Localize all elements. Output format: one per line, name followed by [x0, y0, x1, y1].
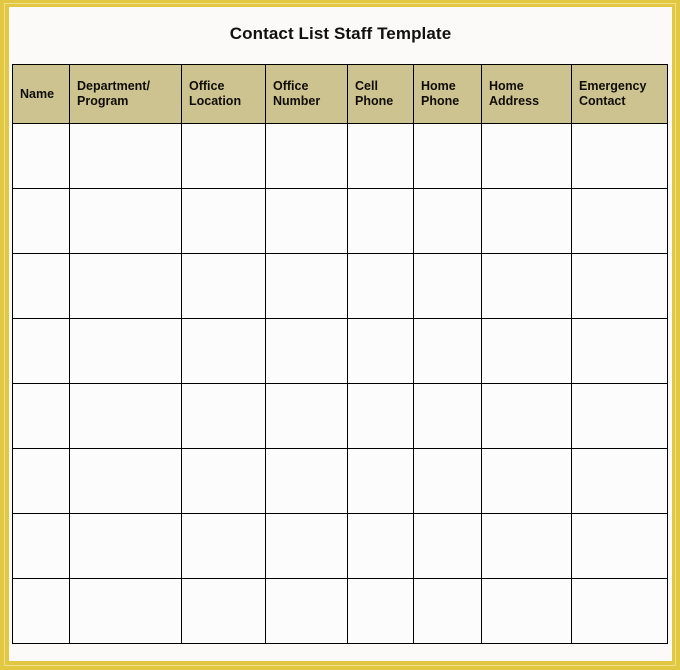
document-sheet: Contact List Staff Template Name Departme… [9, 7, 672, 661]
column-header-4: Cell Phone [347, 64, 414, 124]
table-cell[interactable] [413, 253, 482, 319]
table-cell[interactable] [181, 383, 266, 449]
table-body [12, 123, 668, 644]
table-cell[interactable] [181, 448, 266, 514]
table-cell[interactable] [571, 123, 668, 189]
table-cell[interactable] [181, 578, 266, 644]
table-cell[interactable] [181, 188, 266, 254]
table-cell[interactable] [12, 253, 70, 319]
table-cell[interactable] [481, 513, 572, 579]
table-cell[interactable] [481, 253, 572, 319]
table-cell[interactable] [265, 253, 348, 319]
table-cell[interactable] [571, 448, 668, 514]
page-border-frame: Contact List Staff Template Name Departme… [0, 0, 680, 670]
table-cell[interactable] [347, 318, 414, 384]
table-cell[interactable] [69, 123, 182, 189]
table-cell[interactable] [413, 318, 482, 384]
table-cell[interactable] [69, 513, 182, 579]
table-cell[interactable] [481, 383, 572, 449]
table-cell[interactable] [413, 578, 482, 644]
table-cell[interactable] [181, 253, 266, 319]
table-cell[interactable] [12, 513, 70, 579]
table-row [12, 513, 668, 579]
table-cell[interactable] [347, 578, 414, 644]
table-cell[interactable] [69, 188, 182, 254]
table-cell[interactable] [481, 188, 572, 254]
table-cell[interactable] [265, 448, 348, 514]
table-row [12, 253, 668, 319]
table-header: Name Department/ Program Office Location Of… [12, 64, 668, 124]
column-header-7: Emergency Contact [571, 64, 668, 124]
table-row [12, 318, 668, 384]
table-cell[interactable] [481, 318, 572, 384]
table-cell[interactable] [12, 123, 70, 189]
table-cell[interactable] [265, 383, 348, 449]
table-cell[interactable] [413, 513, 482, 579]
table-cell[interactable] [12, 383, 70, 449]
table-cell[interactable] [265, 123, 348, 189]
table-cell[interactable] [181, 513, 266, 579]
table-cell[interactable] [265, 188, 348, 254]
column-header-2: Office Location [181, 64, 266, 124]
table-cell[interactable] [571, 513, 668, 579]
table-cell[interactable] [571, 578, 668, 644]
table-cell[interactable] [265, 578, 348, 644]
table-cell[interactable] [12, 188, 70, 254]
table-cell[interactable] [413, 123, 482, 189]
table-cell[interactable] [69, 383, 182, 449]
table-cell[interactable] [347, 513, 414, 579]
column-header-6: Home Address [481, 64, 572, 124]
table-cell[interactable] [347, 123, 414, 189]
table-cell[interactable] [69, 318, 182, 384]
table-cell[interactable] [347, 253, 414, 319]
column-header-0: Name [12, 64, 70, 124]
table-cell[interactable] [265, 513, 348, 579]
contact-list-table: Name Department/ Program Office Location Of… [12, 64, 668, 644]
table-cell[interactable] [12, 318, 70, 384]
table-cell[interactable] [481, 448, 572, 514]
table-row [12, 448, 668, 514]
page-title: Contact List Staff Template [229, 24, 452, 43]
table-cell[interactable] [413, 448, 482, 514]
table-cell[interactable] [265, 318, 348, 384]
table-cell[interactable] [571, 318, 668, 384]
table-cell[interactable] [69, 253, 182, 319]
table-cell[interactable] [481, 123, 572, 189]
table-cell[interactable] [347, 383, 414, 449]
table-cell[interactable] [347, 448, 414, 514]
table-row [12, 578, 668, 644]
table-cell[interactable] [413, 383, 482, 449]
table-cell[interactable] [181, 123, 266, 189]
table-cell[interactable] [571, 188, 668, 254]
table-cell[interactable] [413, 188, 482, 254]
table-cell[interactable] [571, 383, 668, 449]
table-row [12, 383, 668, 449]
table-header-row: Name Department/ Program Office Location Of… [12, 64, 668, 124]
table-cell[interactable] [69, 578, 182, 644]
table-cell[interactable] [181, 318, 266, 384]
table-cell[interactable] [69, 448, 182, 514]
table-row [12, 123, 668, 189]
column-header-3: Office Number [265, 64, 348, 124]
column-header-5: Home Phone [413, 64, 482, 124]
table-row [12, 188, 668, 254]
table-cell[interactable] [571, 253, 668, 319]
column-header-1: Department/ Program [69, 64, 182, 124]
table-cell[interactable] [12, 578, 70, 644]
table-cell[interactable] [12, 448, 70, 514]
table-cell[interactable] [481, 578, 572, 644]
table-cell[interactable] [347, 188, 414, 254]
